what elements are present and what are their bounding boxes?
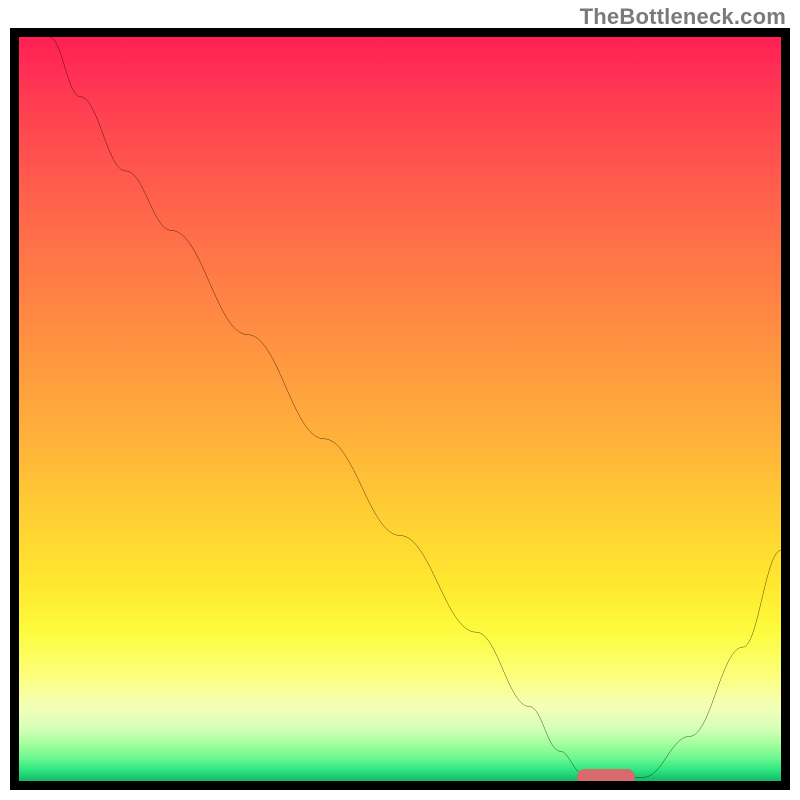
optimal-marker xyxy=(577,769,635,781)
bottleneck-curve xyxy=(19,37,781,781)
plot-frame xyxy=(10,28,790,790)
chart-stage: TheBottleneck.com xyxy=(0,0,800,800)
plot-area xyxy=(19,37,781,781)
watermark-text: TheBottleneck.com xyxy=(580,4,786,30)
